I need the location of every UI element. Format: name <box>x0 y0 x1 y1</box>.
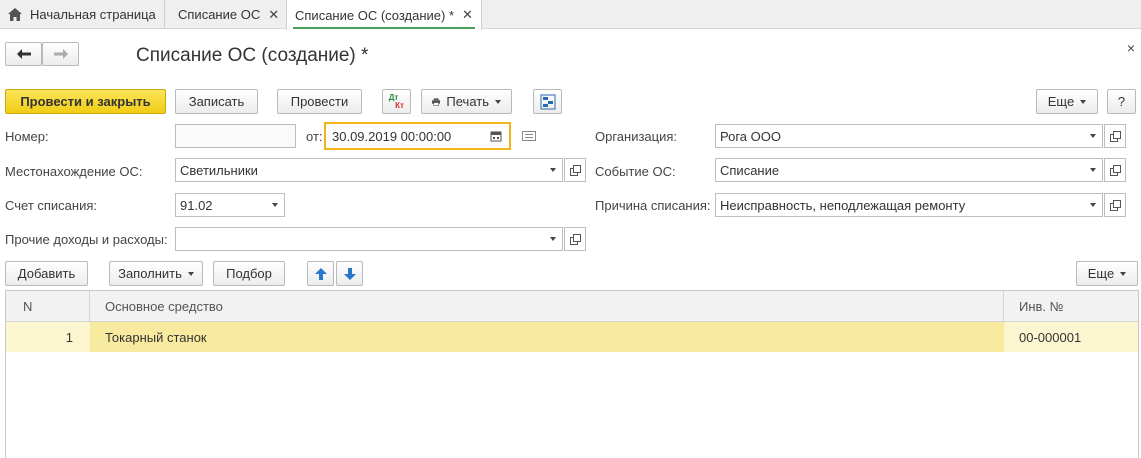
number-label: Номер: <box>5 129 49 144</box>
printer-icon <box>432 97 441 106</box>
number-field[interactable] <box>175 124 296 148</box>
tab-writeoff-label: Списание ОС <box>178 7 261 22</box>
arrow-left-icon <box>16 49 31 59</box>
from-label: от: <box>306 129 323 144</box>
arrow-down-icon <box>343 267 356 280</box>
more-button[interactable]: Еще <box>1036 89 1098 114</box>
open-icon <box>1110 165 1121 176</box>
account-field[interactable]: 91.02 <box>175 193 266 217</box>
tab-bar: Начальная страница Списание ОС ✕ Списани… <box>0 0 1141 30</box>
account-label: Счет списания: <box>5 198 98 213</box>
dt-kt-button[interactable]: Дт Кт <box>382 89 411 114</box>
print-label: Печать <box>446 94 489 109</box>
other-income-dropdown[interactable] <box>543 227 563 251</box>
open-icon <box>1110 200 1121 211</box>
post-button[interactable]: Провести <box>277 89 362 114</box>
organization-field[interactable]: Рога ООО <box>715 124 1084 148</box>
organization-dropdown[interactable] <box>1083 124 1103 148</box>
save-button[interactable]: Записать <box>175 89 258 114</box>
chevron-down-icon <box>1089 203 1096 207</box>
more-label: Еще <box>1047 94 1075 109</box>
structure-icon <box>540 94 555 109</box>
other-income-field[interactable] <box>175 227 544 251</box>
location-open-button[interactable] <box>564 158 586 182</box>
chevron-down-icon <box>1089 168 1096 172</box>
table-header: N Основное средство Инв. № <box>6 291 1138 322</box>
table-row[interactable]: 1 Токарный станок 00-000001 <box>6 322 1138 352</box>
location-dropdown[interactable] <box>543 158 563 182</box>
column-header-n[interactable]: N <box>6 291 90 322</box>
chevron-down-icon <box>271 203 278 207</box>
chevron-down-icon <box>1120 271 1127 276</box>
arrow-right-icon <box>53 49 68 59</box>
other-income-label: Прочие доходы и расходы: <box>5 232 168 247</box>
location-field[interactable]: Светильники <box>175 158 544 182</box>
forward-button[interactable] <box>42 42 79 66</box>
column-header-inv[interactable]: Инв. № <box>1004 291 1138 322</box>
table-more-button[interactable]: Еще <box>1076 261 1138 286</box>
reason-dropdown[interactable] <box>1083 193 1103 217</box>
assets-table: N Основное средство Инв. № 1 Токарный ст… <box>5 290 1139 458</box>
structure-button[interactable] <box>533 89 562 114</box>
row-number: 1 <box>65 329 73 345</box>
move-up-button[interactable] <box>307 261 334 286</box>
reason-field[interactable]: Неисправность, неподлежащая ремонту <box>715 193 1084 217</box>
organization-label: Организация: <box>595 129 678 144</box>
chevron-down-icon <box>549 168 556 172</box>
chevron-down-icon <box>495 99 501 104</box>
location-label: Местонахождение ОС: <box>5 164 143 179</box>
back-button[interactable] <box>5 42 42 66</box>
table-more-label: Еще <box>1087 266 1115 281</box>
comment-icon[interactable] <box>522 131 536 141</box>
event-dropdown[interactable] <box>1083 158 1103 182</box>
open-icon <box>570 165 581 176</box>
tab-writeoff[interactable]: Списание ОС ✕ <box>170 0 289 29</box>
column-header-asset[interactable]: Основное средство <box>90 291 1004 322</box>
other-income-open-button[interactable] <box>564 227 586 251</box>
tab-home-label: Начальная страница <box>30 7 156 22</box>
tab-writeoff-create-label: Списание ОС (создание) * <box>295 7 455 23</box>
open-icon <box>570 234 581 245</box>
post-and-close-button[interactable]: Провести и закрыть <box>5 89 166 114</box>
add-row-button[interactable]: Добавить <box>5 261 88 286</box>
event-field[interactable]: Списание <box>715 158 1084 182</box>
help-button[interactable]: ? <box>1107 89 1136 114</box>
print-button[interactable]: Печать <box>421 89 512 114</box>
close-form-icon[interactable]: × <box>1127 40 1135 56</box>
row-inv-number: 00-000001 <box>1019 329 1082 345</box>
reason-open-button[interactable] <box>1104 193 1126 217</box>
tab-home[interactable]: Начальная страница <box>0 0 165 29</box>
chevron-down-icon <box>549 237 556 241</box>
kt-label: Кт <box>395 100 404 110</box>
chevron-down-icon <box>1089 134 1096 138</box>
event-open-button[interactable] <box>1104 158 1126 182</box>
date-value: 30.09.2019 00:00:00 <box>332 128 452 144</box>
fill-label: Заполнить <box>118 266 182 281</box>
organization-open-button[interactable] <box>1104 124 1126 148</box>
open-icon <box>1110 131 1121 142</box>
reason-label: Причина списания: <box>595 198 711 213</box>
home-icon <box>8 8 22 21</box>
account-dropdown[interactable] <box>265 193 285 217</box>
page-title: Списание ОС (создание) * <box>136 45 369 66</box>
select-button[interactable]: Подбор <box>213 261 285 286</box>
close-icon[interactable]: ✕ <box>268 7 279 23</box>
close-icon[interactable]: ✕ <box>462 7 473 23</box>
date-field[interactable]: 30.09.2019 00:00:00 <box>324 122 511 150</box>
event-label: Событие ОС: <box>595 164 676 179</box>
calendar-icon[interactable] <box>490 130 502 142</box>
row-asset[interactable]: Токарный станок <box>90 322 1004 352</box>
tab-writeoff-create[interactable]: Списание ОС (создание) * ✕ <box>286 0 482 30</box>
move-down-button[interactable] <box>336 261 363 286</box>
chevron-down-icon <box>187 271 194 276</box>
arrow-up-icon <box>314 267 327 280</box>
chevron-down-icon <box>1080 99 1087 104</box>
fill-button[interactable]: Заполнить <box>109 261 203 286</box>
